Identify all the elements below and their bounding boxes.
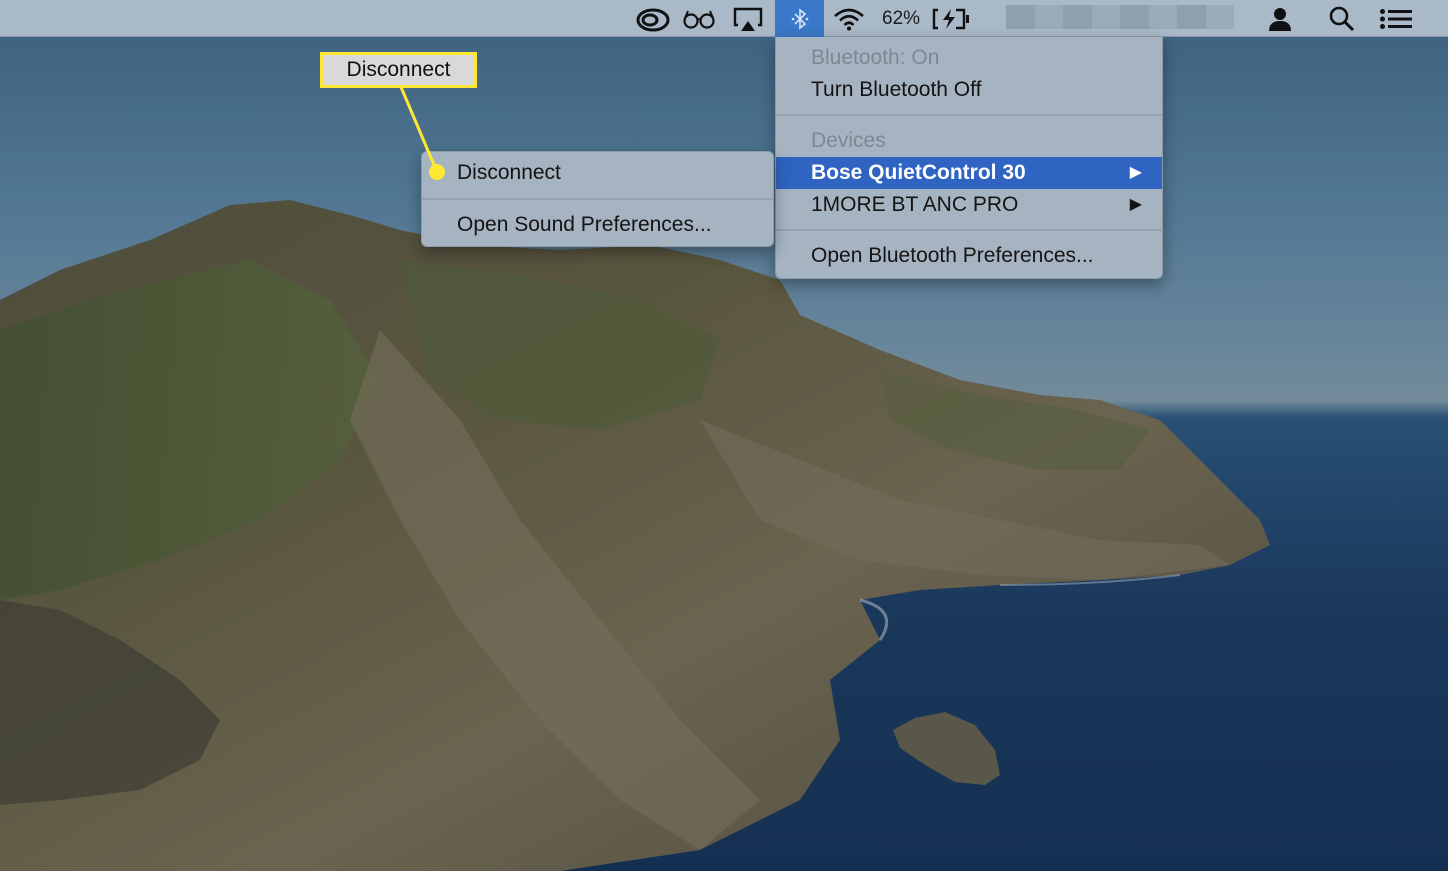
callout-label: Disconnect: [320, 52, 477, 88]
callout-pointer-line: [399, 86, 439, 173]
callout-dot: [429, 164, 445, 180]
